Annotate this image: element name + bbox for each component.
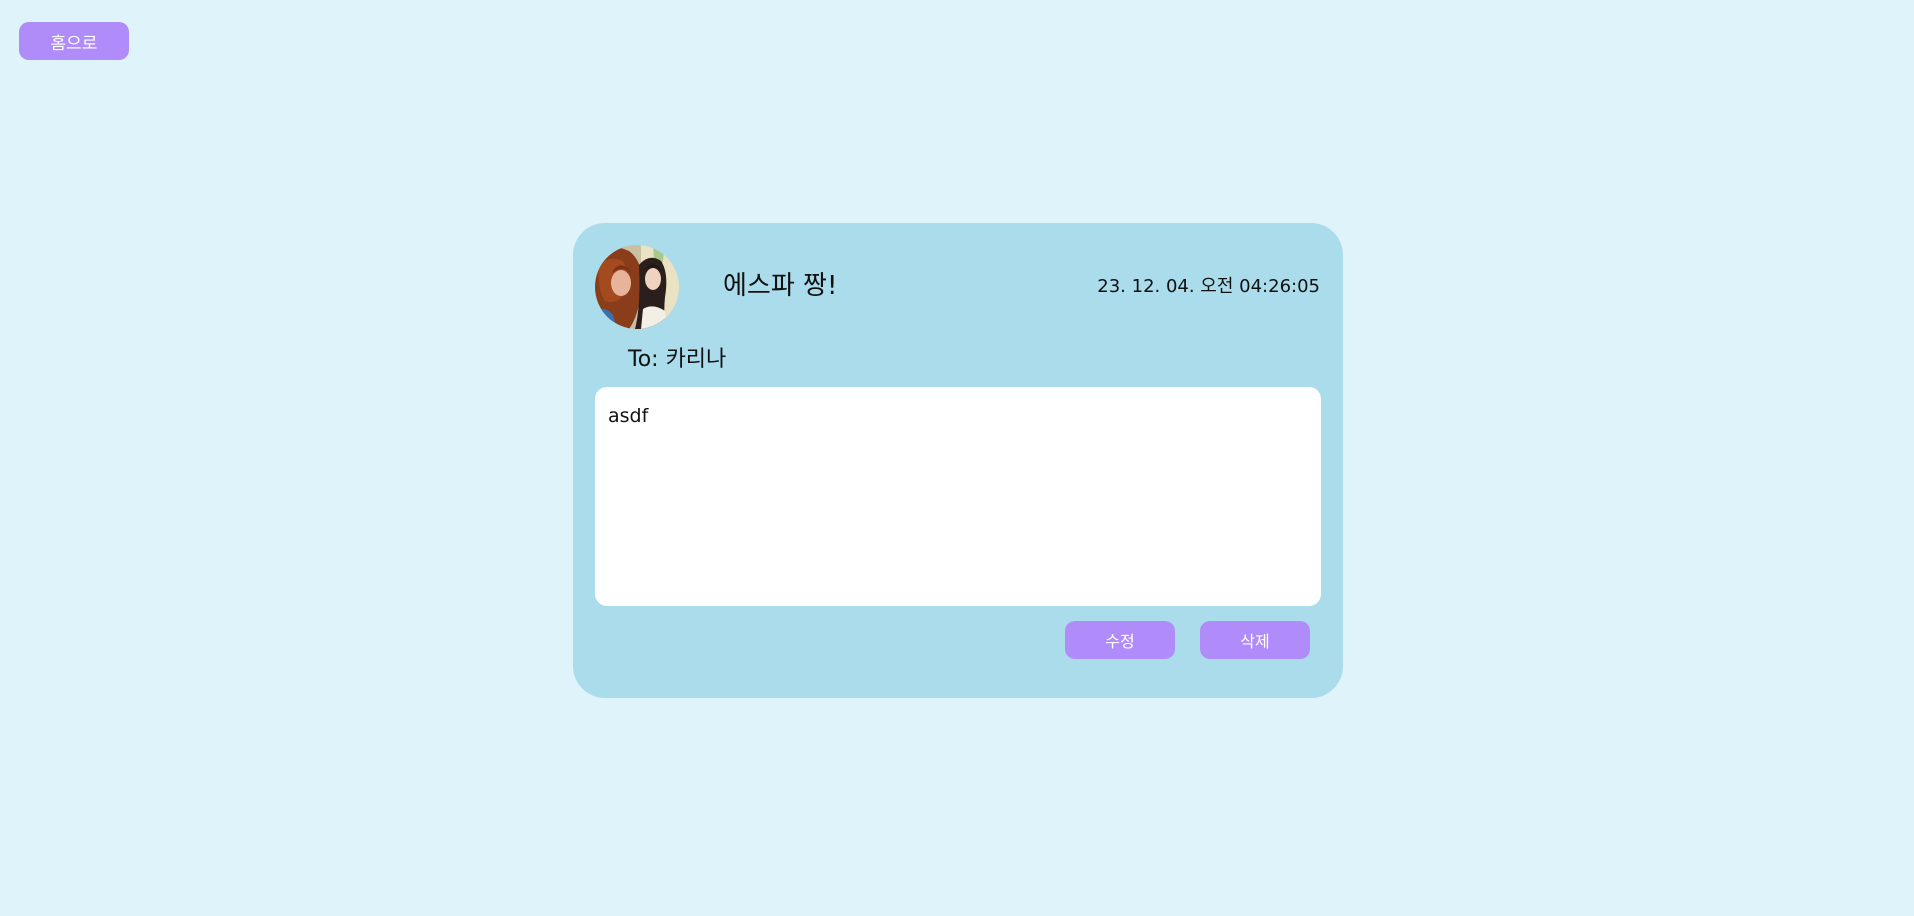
avatar-photo [595, 245, 679, 329]
post-title: 에스파 짱! [723, 271, 838, 301]
post-content: asdf [595, 387, 1321, 606]
recipient-line: To: 카리나 [628, 347, 727, 372]
edit-button[interactable]: 수정 [1065, 621, 1175, 659]
letter-card: 에스파 짱! 23. 12. 04. 오전 04:26:05 To: 카리나 a… [573, 223, 1343, 698]
home-button[interactable]: 홈으로 [19, 22, 129, 60]
post-timestamp: 23. 12. 04. 오전 04:26:05 [1097, 276, 1320, 297]
delete-button[interactable]: 삭제 [1200, 621, 1310, 659]
avatar [595, 245, 679, 329]
